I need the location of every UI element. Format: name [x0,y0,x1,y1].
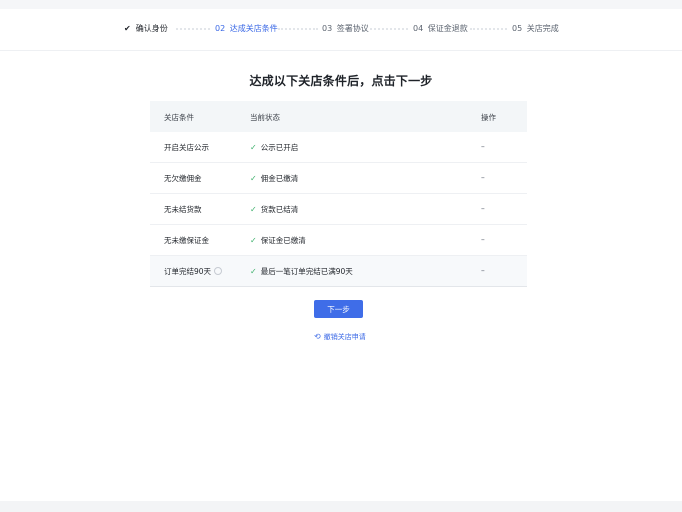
cancel-closure-link[interactable]: ⟲ 撤销关店申请 [314,332,366,342]
status-cell: ✓ 佣金已缴清 [250,173,298,184]
step-connector [370,28,408,30]
status-cell: ✓ 保证金已缴清 [250,235,306,246]
undo-icon: ⟲ [314,332,321,341]
step-2: 02 达成关店条件 [215,24,278,34]
step-connector [176,28,210,30]
table-row: 无未结货款 ✓ 货款已结清 – [150,194,527,225]
info-icon[interactable] [214,267,223,275]
progress-stepper: ✔ 确认身份 02 达成关店条件 03 签署协议 04 保证金退款 05 关店完成 [0,9,682,51]
status-cell: ✓ 公示已开启 [250,142,298,153]
check-icon: ✓ [250,174,257,183]
cancel-closure-label: 撤销关店申请 [323,333,366,341]
step-4-label: 保证金退款 [427,24,468,33]
status-text: 保证金已缴清 [260,236,306,245]
step-2-number: 02 [215,24,226,33]
step-1: ✔ 确认身份 [124,24,168,34]
status-text: 最后一笔订单完结已满90天 [260,267,353,276]
action-cell: – [481,142,485,151]
check-icon: ✓ [250,236,257,245]
status-text: 公示已开启 [260,143,299,152]
step-5-label: 关店完成 [526,24,559,33]
table-row: 无未缴保证金 ✓ 保证金已缴清 – [150,225,527,256]
status-cell: ✓ 货款已结清 [250,204,298,215]
table-header: 关店条件 当前状态 操作 [150,101,527,132]
condition-cell: 开启关店公示 [164,143,209,152]
step-connector [278,28,318,30]
step-4: 04 保证金退款 [413,24,468,34]
condition-cell: 无欠缴佣金 [164,174,202,183]
status-cell: ✓ 最后一笔订单完结已满90天 [250,266,353,277]
condition-cell: 无未缴保证金 [164,236,209,245]
column-header-action: 操作 [481,113,496,122]
check-icon: ✔ [124,24,131,33]
page-content: ✔ 确认身份 02 达成关店条件 03 签署协议 04 保证金退款 05 关店完成… [0,9,682,501]
step-4-number: 04 [413,24,424,33]
step-5-number: 05 [512,24,523,33]
step-3: 03 签署协议 [322,24,369,34]
conditions-table: 关店条件 当前状态 操作 开启关店公示 ✓ 公示已开启 – 无欠缴佣金 ✓ 佣金已缴… [150,101,527,287]
condition-text: 订单完结90天 [164,267,212,276]
status-text: 货款已结清 [260,205,299,214]
action-cell: – [481,173,485,182]
check-icon: ✓ [250,267,257,276]
step-3-number: 03 [322,24,333,33]
table-row: 无欠缴佣金 ✓ 佣金已缴清 – [150,163,527,194]
next-step-button[interactable]: 下一步 [314,300,363,318]
table-row: 开启关店公示 ✓ 公示已开启 – [150,132,527,163]
page-title: 达成以下关店条件后，点击下一步 [249,74,433,88]
page-footer-band [0,501,682,512]
step-2-label: 达成关店条件 [229,24,278,33]
status-text: 佣金已缴清 [260,174,299,183]
column-header-status: 当前状态 [250,113,280,122]
action-cell: – [481,235,485,244]
step-3-label: 签署协议 [336,24,369,33]
check-icon: ✓ [250,205,257,214]
step-connector [470,28,507,30]
table-row: 订单完结90天 ✓ 最后一笔订单完结已满90天 – [150,256,527,287]
step-5: 05 关店完成 [512,24,559,34]
action-cell: – [481,204,485,213]
condition-cell: 订单完结90天 [164,266,223,277]
check-icon: ✓ [250,143,257,152]
step-1-label: 确认身份 [135,24,168,33]
condition-cell: 无未结货款 [164,205,202,214]
column-header-condition: 关店条件 [164,113,194,122]
action-cell: – [481,266,485,275]
